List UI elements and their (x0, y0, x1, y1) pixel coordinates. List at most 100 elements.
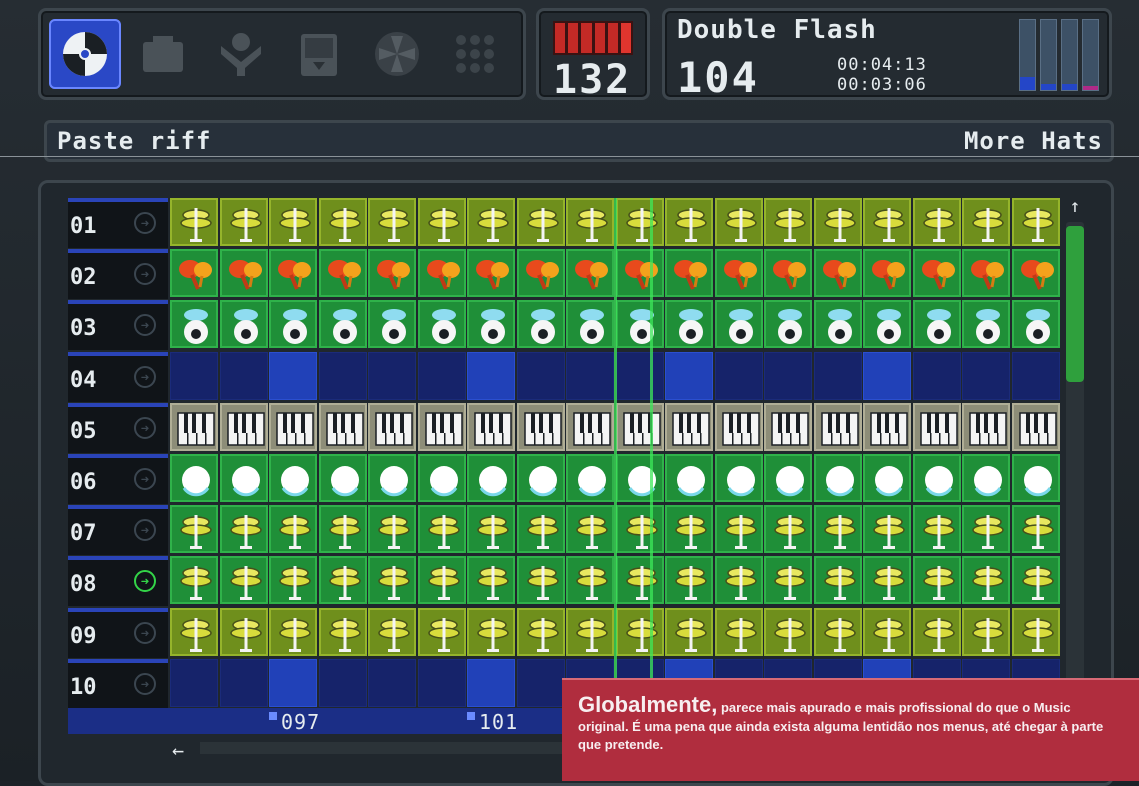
step-cell[interactable] (665, 505, 713, 554)
step-cell[interactable] (170, 505, 218, 554)
step-cell[interactable] (912, 198, 961, 246)
step-cell[interactable] (318, 300, 367, 349)
step-cell[interactable] (813, 607, 862, 656)
step-cell[interactable] (764, 556, 812, 605)
step-cell[interactable] (714, 607, 763, 656)
step-cell[interactable] (516, 505, 565, 554)
step-cell[interactable] (269, 556, 317, 605)
track-label[interactable]: 10 ➜ (68, 658, 168, 709)
step-cell[interactable] (467, 300, 515, 349)
step-cell[interactable] (863, 249, 911, 298)
step-cell[interactable] (219, 505, 268, 554)
step-cell[interactable] (863, 607, 911, 656)
step-cell[interactable] (714, 556, 763, 605)
step-cell[interactable] (615, 556, 664, 605)
step-cell[interactable] (318, 351, 367, 400)
step-cell[interactable] (368, 454, 416, 502)
step-cell[interactable] (962, 454, 1010, 502)
step-cell[interactable] (615, 249, 664, 298)
step-cell[interactable] (566, 198, 614, 246)
step-cell[interactable] (566, 249, 614, 298)
step-cell[interactable] (813, 351, 862, 400)
step-cell[interactable] (813, 300, 862, 349)
step-cell[interactable] (615, 351, 664, 400)
step-cell[interactable] (912, 300, 961, 349)
step-cell[interactable] (566, 505, 614, 554)
track-label[interactable]: 07 ➜ (68, 505, 168, 556)
step-cell[interactable] (813, 402, 862, 451)
step-cell[interactable] (764, 249, 812, 298)
step-cell[interactable] (912, 402, 961, 451)
step-cell[interactable] (714, 402, 763, 451)
step-cell[interactable] (1011, 300, 1060, 349)
step-cell[interactable] (516, 402, 565, 451)
step-cell[interactable] (417, 351, 466, 400)
step-cell[interactable] (1011, 607, 1060, 656)
step-cell[interactable] (665, 198, 713, 246)
step-cell[interactable] (467, 198, 515, 246)
step-cell[interactable] (516, 198, 565, 246)
step-cell[interactable] (516, 556, 565, 605)
step-cell[interactable] (219, 607, 268, 656)
step-cell[interactable] (863, 198, 911, 246)
step-cell[interactable] (1011, 351, 1060, 400)
step-cell[interactable] (368, 351, 416, 400)
step-cell[interactable] (170, 402, 218, 451)
step-cell[interactable] (962, 198, 1010, 246)
step-cell[interactable] (615, 402, 664, 451)
step-cell[interactable] (170, 351, 218, 400)
step-cell[interactable] (863, 454, 911, 502)
step-cell[interactable] (863, 505, 911, 554)
track-label[interactable]: 01 ➜ (68, 198, 168, 248)
step-cell[interactable] (615, 454, 664, 502)
step-cell[interactable] (467, 556, 515, 605)
track-arrow-icon[interactable]: ➜ (134, 263, 156, 286)
step-cell[interactable] (863, 402, 911, 451)
step-cell[interactable] (764, 300, 812, 349)
step-cell[interactable] (318, 556, 367, 605)
step-cell[interactable] (219, 402, 268, 451)
step-cell[interactable] (219, 198, 268, 246)
step-cell[interactable] (665, 351, 713, 400)
step-cell[interactable] (714, 198, 763, 246)
step-cell[interactable] (1011, 249, 1060, 298)
step-cell[interactable] (170, 300, 218, 349)
track-label[interactable]: 04 ➜ (68, 351, 168, 402)
step-cell[interactable] (170, 607, 218, 656)
step-cell[interactable] (1011, 454, 1060, 502)
step-cell[interactable] (368, 658, 416, 707)
step-cell[interactable] (417, 249, 466, 298)
step-cell[interactable] (665, 402, 713, 451)
step-cell[interactable] (665, 454, 713, 502)
step-cell[interactable] (813, 249, 862, 298)
step-cell[interactable] (417, 607, 466, 656)
step-cell[interactable] (368, 505, 416, 554)
step-cell[interactable] (269, 607, 317, 656)
step-cell[interactable] (813, 454, 862, 502)
track-label[interactable]: 06 ➜ (68, 454, 168, 504)
step-cell[interactable] (269, 402, 317, 451)
step-cell[interactable] (318, 402, 367, 451)
step-cell[interactable] (615, 300, 664, 349)
step-cell[interactable] (962, 556, 1010, 605)
tool-button-tv[interactable] (127, 19, 199, 89)
track-arrow-icon[interactable]: ➜ (134, 468, 156, 490)
position-marker[interactable]: 101 (479, 710, 518, 734)
step-cell[interactable] (219, 454, 268, 502)
step-cell[interactable] (566, 454, 614, 502)
step-cell[interactable] (269, 249, 317, 298)
track-label[interactable]: 09 ➜ (68, 607, 168, 658)
step-cell[interactable] (912, 556, 961, 605)
step-cell[interactable] (417, 658, 466, 707)
step-cell[interactable] (912, 505, 961, 554)
bpm-value[interactable]: 132 (553, 57, 631, 103)
step-cell[interactable] (813, 505, 862, 554)
step-cell[interactable] (170, 658, 218, 707)
step-cell[interactable] (813, 198, 862, 246)
step-cell[interactable] (665, 300, 713, 349)
step-cell[interactable] (219, 300, 268, 349)
step-cell[interactable] (467, 402, 515, 451)
step-cell[interactable] (219, 249, 268, 298)
step-cell[interactable] (467, 658, 515, 707)
step-cell[interactable] (764, 402, 812, 451)
